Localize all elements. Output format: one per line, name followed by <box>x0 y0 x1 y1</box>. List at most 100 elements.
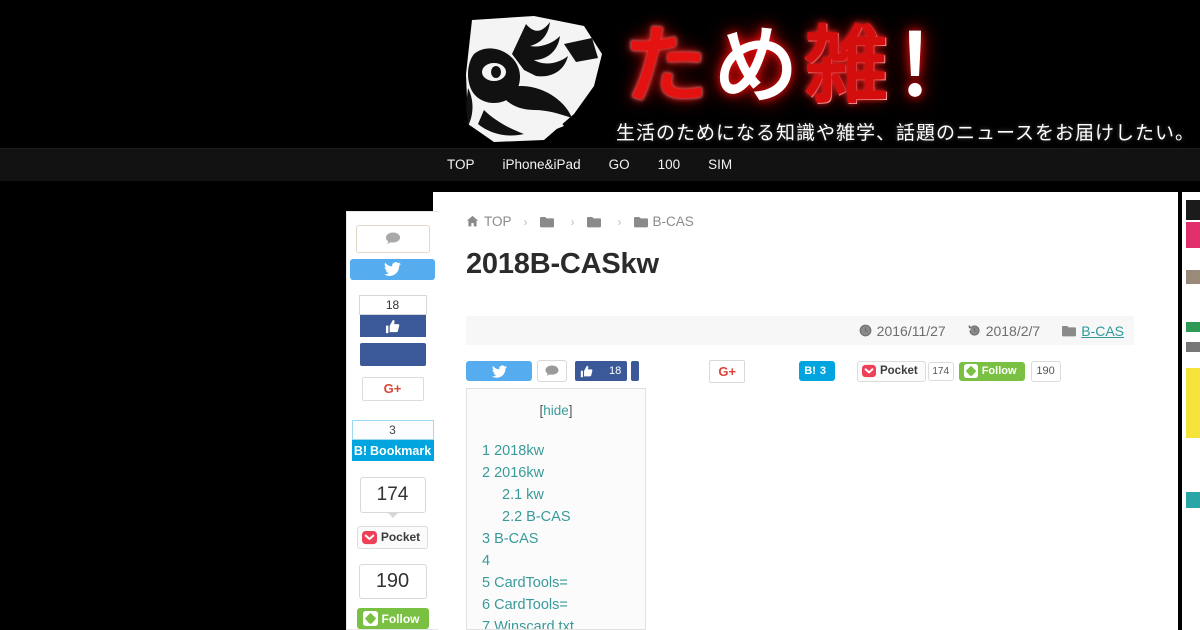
toc-item[interactable]: 5 CardTools= <box>467 572 645 594</box>
twitter-icon <box>384 262 401 277</box>
pocket-count-caret <box>386 511 399 518</box>
hatena-label: B! <box>804 365 816 377</box>
floating-pocket-button[interactable]: Pocket <box>356 525 429 549</box>
thumbs-up-icon <box>385 319 400 333</box>
site-header: ため雑！ 生活のためになる知識や雑学、話題のニュースをお届けしたい。 <box>0 0 1200 148</box>
article-card: TOP › › › B-CAS 2018B-CASkw 2016/11/27 2… <box>433 192 1178 630</box>
sidebar-widget-gray[interactable] <box>1186 342 1200 352</box>
sidebar-widget-teal[interactable] <box>1186 492 1200 508</box>
pocket-label: Pocket <box>879 365 918 377</box>
comment-icon <box>385 232 400 245</box>
breadcrumb-separator-3: › <box>617 214 622 229</box>
folder-icon <box>633 216 648 227</box>
toc-item[interactable]: 2 2016kw <box>467 462 645 484</box>
brand-text: ため雑！ <box>624 16 984 116</box>
toc-hide-suffix: ] <box>568 403 573 418</box>
thumbs-up-icon <box>580 365 593 377</box>
toc-item[interactable]: 4 <box>467 550 645 572</box>
post-category-link[interactable]: B-CAS <box>1081 323 1124 339</box>
floating-comment-button[interactable] <box>355 225 430 253</box>
floating-twitter-button[interactable] <box>350 258 435 280</box>
breadcrumb: TOP › › › B-CAS <box>466 214 694 229</box>
right-sidebar <box>1182 192 1200 630</box>
google-plus-label: G+ <box>718 363 737 379</box>
history-icon <box>968 325 980 336</box>
floating-share-rail: 18 G+ 3 B! Bookmark 174 Pocket 190 Follo… <box>346 211 438 630</box>
toc-item[interactable]: 6 CardTools= <box>467 594 645 616</box>
floating-hatena-count: 3 <box>351 419 434 441</box>
toc-item[interactable]: 1 2018kw <box>467 440 645 462</box>
global-nav: TOP iPhone&iPad GO 100 SIM <box>0 148 1200 181</box>
toc-list: 1 2018kw 2 2016kw 2.1 kw 2.2 B-CAS 3 B-C… <box>467 440 645 629</box>
google-plus-label: G+ <box>383 381 402 397</box>
nav-item-iphone-ipad[interactable]: iPhone&iPad <box>489 149 595 181</box>
post-meta-bar: 2016/11/27 2018/2/7 B-CAS <box>466 316 1134 345</box>
toc-item[interactable]: 2.1 kw <box>467 484 645 506</box>
hatena-count: 3 <box>819 365 826 377</box>
table-of-contents: [hide] 1 2018kw 2 2016kw 2.1 kw 2.2 B-CA… <box>466 388 646 630</box>
global-nav-items: TOP iPhone&iPad GO 100 SIM <box>433 149 746 181</box>
updated-date: 2018/2/7 <box>968 322 1041 339</box>
breadcrumb-item-top[interactable]: TOP <box>466 214 512 229</box>
sidebar-widget-line[interactable] <box>1186 322 1200 332</box>
published-date: 2016/11/27 <box>859 323 946 339</box>
breadcrumb-label-top: TOP <box>484 214 512 229</box>
floating-feedly-follow-button[interactable]: Follow <box>356 608 429 629</box>
floating-facebook-share-button[interactable] <box>359 343 426 366</box>
twitter-icon <box>491 364 507 378</box>
site-brand: ため雑！ <box>614 16 1194 121</box>
floating-facebook-like-button[interactable] <box>359 315 426 338</box>
page-root: ため雑！ 生活のためになる知識や雑学、話題のニュースをお届けしたい。 TOP i… <box>0 0 1200 630</box>
floating-facebook-count: 18 <box>358 294 427 316</box>
sidebar-widget-social[interactable] <box>1186 200 1200 220</box>
page-title: 2018B-CASkw <box>466 248 659 280</box>
nav-item-top[interactable]: TOP <box>433 149 489 181</box>
site-banner[interactable]: ため雑！ 生活のためになる知識や雑学、話題のニュースをお届けしたい。 <box>464 14 1200 145</box>
breadcrumb-item-2[interactable] <box>586 216 606 228</box>
feedly-label: Follow <box>981 365 1017 377</box>
pocket-save-button[interactable]: Pocket <box>856 360 926 382</box>
brand-char-4: ！ <box>894 16 985 115</box>
toc-hide-link[interactable]: hide <box>543 403 569 418</box>
hatena-bookmark-button[interactable]: B! 3 <box>799 361 835 381</box>
floating-google-plus-button[interactable]: G+ <box>361 376 424 401</box>
breadcrumb-item-bcas[interactable]: B-CAS <box>633 214 694 229</box>
sidebar-widget-thumb[interactable] <box>1186 270 1200 284</box>
breadcrumb-separator: › <box>523 214 528 229</box>
updated-date-text: 2018/2/7 <box>985 322 1041 339</box>
feedly-follow-button[interactable]: Follow <box>958 361 1025 381</box>
nav-item-go[interactable]: GO <box>595 149 644 181</box>
breadcrumb-item-1[interactable] <box>539 216 559 228</box>
toc-item[interactable]: 7 Winscard.txt <box>467 616 645 629</box>
post-category[interactable]: B-CAS <box>1062 323 1124 339</box>
pocket-icon <box>861 364 876 378</box>
google-plus-button[interactable]: G+ <box>709 359 746 383</box>
folder-icon <box>586 216 601 227</box>
sidebar-widget-highlight[interactable] <box>1186 368 1200 438</box>
hatena-label: B! <box>353 443 368 458</box>
comment-count-button[interactable] <box>537 360 567 382</box>
sidebar-widget-instagram[interactable] <box>1186 222 1200 248</box>
facebook-share-button[interactable] <box>631 361 640 381</box>
comment-icon <box>545 365 559 376</box>
facebook-like-count: 18 <box>609 365 622 377</box>
twitter-share-button[interactable] <box>466 361 532 381</box>
nav-item-100[interactable]: 100 <box>644 149 695 181</box>
feedly-icon <box>362 611 378 627</box>
toc-item[interactable]: 3 B-CAS <box>467 528 645 550</box>
nav-item-sim[interactable]: SIM <box>694 149 746 181</box>
folder-icon <box>1062 325 1077 336</box>
floating-pocket-count: 174 <box>359 477 426 513</box>
pocket-icon <box>361 530 377 544</box>
feedly-label: Follow <box>381 611 420 626</box>
pocket-count: 174 <box>927 361 954 381</box>
feedly-icon <box>963 364 978 378</box>
floating-hatena-bookmark-button[interactable]: B! Bookmark <box>351 440 434 462</box>
home-icon <box>466 215 479 227</box>
floating-feedly-count: 190 <box>358 563 427 600</box>
facebook-like-button[interactable]: 18 <box>575 361 628 381</box>
beast-logo-icon <box>464 14 609 145</box>
hatena-bookmark-label: Bookmark <box>370 443 432 458</box>
toc-item[interactable]: 2.2 B-CAS <box>467 506 645 528</box>
brand-char-1: た <box>624 16 715 115</box>
